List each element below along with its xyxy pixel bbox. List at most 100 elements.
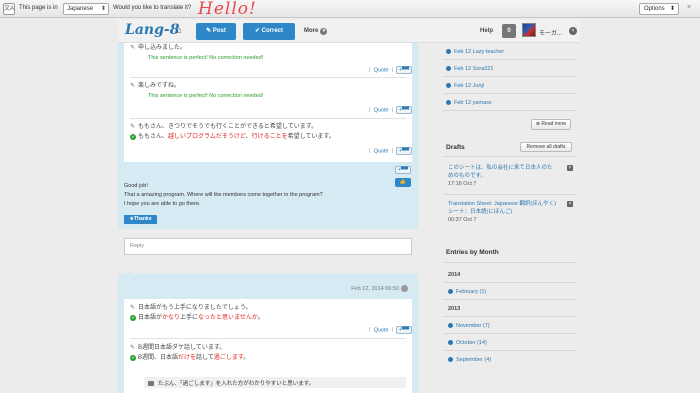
divider <box>130 118 406 119</box>
pencil-icon: ✎ <box>130 305 136 311</box>
sentence-block: ✎ 申し込みました。 This sentence is perfect! No c… <box>130 43 406 63</box>
username[interactable]: モーガ... <box>539 28 562 37</box>
correction-card: ✎ 申し込みました。 This sentence is perfect! No c… <box>118 43 418 229</box>
draft-time: 00:37 Oct 7 <box>448 217 477 223</box>
bullet-icon <box>448 357 453 363</box>
chevron-down-icon: ▾ <box>320 28 328 35</box>
avatar[interactable] <box>522 23 536 37</box>
draft-item: このシートは、私の会社に来て日本人のためのものです。 17:16 Oct 7 × <box>448 164 573 188</box>
more-label: More <box>304 28 319 34</box>
notification-badge[interactable]: 0 <box>502 24 516 38</box>
language-value: Japanese <box>67 6 94 12</box>
quote-link[interactable]: Quote <box>374 148 389 154</box>
sentence-actions: | Quote | +▀▀ <box>366 106 412 116</box>
original-sentence: ✎ B週間日本語ダケ話しています。 <box>130 345 226 351</box>
options-label: Options <box>644 6 665 12</box>
sentence-block: ✎ B週間日本語ダケ話しています。 ✔ B週間、日本語だけを話して過ごします。 <box>130 343 406 363</box>
home-icon[interactable]: ⌂ <box>176 25 182 36</box>
post-button[interactable]: ✎ Post <box>196 23 236 40</box>
pencil-icon: ✎ <box>130 345 136 351</box>
quote-link[interactable]: Quote <box>374 67 389 73</box>
correct-button[interactable]: ✔ Correct <box>243 23 295 40</box>
sentence-actions: | Quote | +▀▀ <box>366 66 412 76</box>
sentence-actions: | Quote | +▀▀ <box>366 147 412 157</box>
recent-entry-link[interactable]: Feb 12 yamasx <box>446 100 492 106</box>
thanks-button[interactable]: ★Thanks <box>124 215 157 224</box>
draft-time: 17:16 Oct 7 <box>448 181 477 187</box>
reply-input[interactable]: Reply <box>124 238 412 255</box>
perfect-note: This sentence is perfect! No correction … <box>148 93 264 99</box>
correction-body: ✎ 申し込みました。 This sentence is perfect! No c… <box>124 43 412 162</box>
check-icon: ✔ <box>130 355 136 361</box>
pencil-icon: ✎ <box>130 83 136 89</box>
comment-actions: +▀▀ 👍 <box>395 166 411 187</box>
translate-bar: 文A This page is in Japanese ⬍ Would you l… <box>0 0 700 19</box>
bullet-icon <box>448 340 453 346</box>
delete-draft-icon[interactable]: × <box>567 165 573 171</box>
bullet-icon <box>448 323 453 329</box>
add-to-notebook-button[interactable]: +▀▀ <box>396 147 412 155</box>
translate-question: Would you like to translate it? <box>113 5 192 11</box>
help-link[interactable]: Help <box>480 28 493 34</box>
original-sentence: ✎ 楽しみですね。 <box>130 83 181 89</box>
corrected-sentence: ✔ ももさん、越しいプログラムだそうけど、行けることを希望しています。 <box>130 134 335 140</box>
quote-link[interactable]: Quote <box>374 107 389 113</box>
translate-label: This page is in <box>19 5 58 11</box>
corrected-sentence: ✔ 日本語がかなり上手になったと思いませんか。 <box>130 315 264 321</box>
chevron-down-icon: ⬍ <box>669 6 675 12</box>
more-menu[interactable]: More ▾ <box>304 28 328 35</box>
year-label: 2014 <box>448 272 461 278</box>
recent-entry-link[interactable]: Feb 12 Lazy teacher <box>446 49 504 55</box>
handwritten-annotation: Hello! <box>198 0 257 19</box>
divider <box>130 338 406 339</box>
month-link[interactable]: October (14) <box>448 340 487 346</box>
chevron-down-icon: ⬍ <box>100 6 106 12</box>
bullet-icon <box>446 66 451 72</box>
month-link[interactable]: February (1) <box>448 289 486 295</box>
draft-title-link[interactable]: このシートは、私の会社に来て日本人のためのものです。 <box>448 164 556 180</box>
options-button[interactable]: Options ⬍ <box>639 3 679 15</box>
bullet-icon <box>446 100 451 106</box>
recent-entry-link[interactable]: Feb 12 Sora321 <box>446 66 493 72</box>
main-column: ✎ 申し込みました。 This sentence is perfect! No c… <box>118 43 418 393</box>
year-label: 2013 <box>448 306 461 312</box>
user-menu-chevron-icon[interactable]: × <box>569 27 577 35</box>
bullet-icon <box>448 289 453 295</box>
original-sentence: ✎ 申し込みました。 <box>130 45 187 51</box>
recent-entry-link[interactable]: Feb 12 Junji <box>446 83 484 89</box>
delete-draft-icon[interactable]: × <box>567 201 573 207</box>
sentence-actions: | Quote | +▀▀ <box>366 326 412 336</box>
draft-title-link[interactable]: Translation Sheet: Japanese 翻訳(ほんやく)シート：… <box>448 200 556 216</box>
pencil-icon: ✎ <box>130 124 136 130</box>
remove-all-drafts-button[interactable]: Remove all drafts <box>520 142 572 152</box>
check-icon: ✔ <box>130 134 136 140</box>
read-more-button[interactable]: ⊕ Read more <box>531 119 571 130</box>
quote-link[interactable]: Quote <box>374 327 389 333</box>
correction-date: Feb 12, 2014 06:50 <box>351 285 408 292</box>
month-link[interactable]: September (4) <box>448 357 491 363</box>
options-icon[interactable] <box>401 285 408 292</box>
close-icon[interactable]: × <box>687 4 691 11</box>
like-button[interactable]: 👍 <box>395 178 411 187</box>
drafts-heading: Drafts <box>446 144 465 151</box>
month-link[interactable]: November (7) <box>448 323 490 329</box>
correction-comment: たぶん、「過ごします」を入れた方がわかりやすいと思います。 <box>144 377 406 388</box>
comment-icon <box>148 381 154 387</box>
draft-item: Translation Sheet: Japanese 翻訳(ほんやく)シート：… <box>448 200 573 224</box>
correction-body: ✎ 日本語がもう上手になりましたでしょう。 ✔ 日本語がかなり上手になったと思いませ… <box>124 299 412 393</box>
site-header: Lang-8 ⌂ ✎ Post ✔ Correct More ▾ Help 0 モ… <box>118 20 580 43</box>
corrected-sentence: ✔ B週間、日本語だけを話して過ごします。 <box>130 355 250 361</box>
sentence-block: ✎ 日本語がもう上手になりましたでしょう。 ✔ 日本語がかなり上手になったと思いませ… <box>130 303 406 323</box>
sentence-block: ✎ ももさん、きつりでそうでも行くことができると希望しています。 ✔ ももさん、越し… <box>130 122 406 142</box>
perfect-note: This sentence is perfect! No correction … <box>148 55 264 61</box>
site-logo[interactable]: Lang-8 <box>125 22 179 38</box>
original-sentence: ✎ 日本語がもう上手になりましたでしょう。 <box>130 305 252 311</box>
sentence-block: ✎ 楽しみですね。 This sentence is perfect! No co… <box>130 81 406 101</box>
comment-text: Good job! That a amazing program. Where … <box>124 183 323 207</box>
add-to-notebook-button[interactable]: +▀▀ <box>395 166 411 174</box>
add-to-notebook-button[interactable]: +▀▀ <box>396 326 412 334</box>
pencil-icon: ✎ <box>130 45 136 51</box>
add-to-notebook-button[interactable]: +▀▀ <box>396 66 412 74</box>
add-to-notebook-button[interactable]: +▀▀ <box>396 106 412 114</box>
language-select[interactable]: Japanese ⬍ <box>63 3 109 15</box>
